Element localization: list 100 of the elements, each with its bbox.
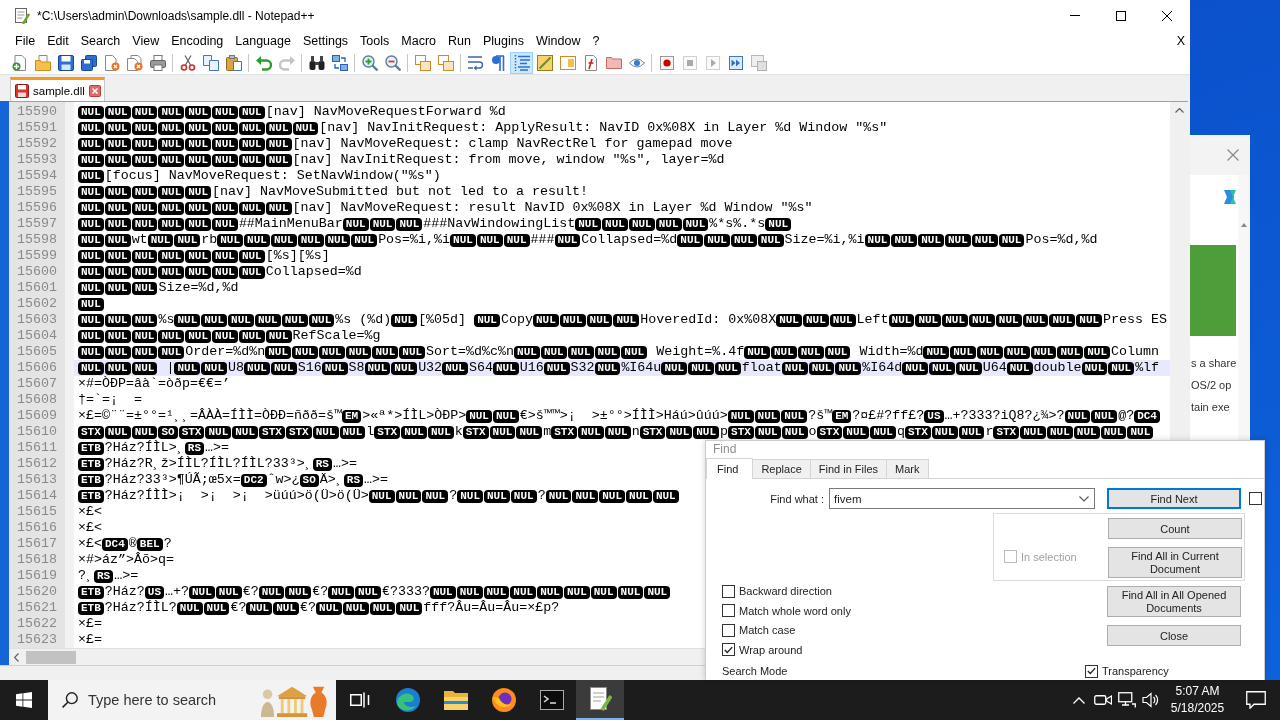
- control-character: NUL: [131, 137, 158, 151]
- control-character: US: [144, 585, 164, 599]
- close-document-button[interactable]: X: [1176, 34, 1185, 48]
- code-text: U64: [982, 360, 1007, 376]
- count-button[interactable]: Count: [1108, 518, 1242, 539]
- control-character: NUL: [212, 201, 238, 215]
- menu-item[interactable]: Plugins: [476, 33, 530, 49]
- code-text: p: [720, 424, 729, 440]
- control-character: NUL: [104, 217, 131, 231]
- notepad-icon: [14, 7, 30, 24]
- control-character: NUL: [185, 217, 212, 231]
- control-character: RS: [343, 473, 363, 487]
- menu-item[interactable]: Macro: [395, 33, 443, 49]
- menu-item[interactable]: Search: [74, 33, 127, 49]
- control-character: NUL: [321, 361, 348, 375]
- line-number: 15591: [16, 120, 58, 136]
- open-folder-icon: [34, 54, 51, 71]
- triangle-up-icon[interactable]: [1241, 223, 1247, 227]
- menu-item[interactable]: View: [126, 33, 166, 49]
- code-text: [nav] NavInitRequest: ApplyResult: NavID 0x%08X in Layer %d Window "%s": [319, 120, 888, 136]
- control-character: NUL: [158, 249, 185, 263]
- dialog-tab[interactable]: Mark: [886, 459, 929, 478]
- line-number: 15598: [16, 232, 58, 248]
- control-character: RS: [184, 441, 204, 455]
- menu-item[interactable]: ?: [586, 33, 606, 49]
- camera-icon[interactable]: [1094, 693, 1112, 707]
- code-text: …+?: [165, 584, 189, 600]
- close-icon[interactable]: [88, 84, 101, 97]
- find-all-opened-button[interactable]: Find All in All Opened Documents: [1107, 586, 1241, 617]
- dialog-tab[interactable]: Find: [706, 458, 754, 479]
- code-text: ×£=: [78, 632, 102, 648]
- checkbox[interactable]: [722, 623, 735, 637]
- search-icon: [62, 692, 78, 708]
- menu-item[interactable]: Encoding: [165, 33, 230, 49]
- checkbox-label: Wrap around: [739, 643, 803, 656]
- scrollbar-thumb[interactable]: [26, 650, 76, 664]
- menu-item[interactable]: Settings: [296, 33, 355, 49]
- control-character: NUL: [540, 345, 567, 359]
- menu-item[interactable]: Window: [529, 33, 587, 49]
- code-text: [focus] NavMoveRequest: SetNavWindow("%s"): [104, 168, 441, 184]
- horizontal-scrollbar[interactable]: [9, 648, 689, 665]
- control-character: NUL: [545, 489, 572, 503]
- control-character: NUL: [104, 137, 131, 151]
- file-tab[interactable]: sample.dll: [10, 77, 105, 101]
- menu-item[interactable]: Run: [442, 33, 477, 49]
- dialog-tab[interactable]: Find in Files: [809, 459, 888, 478]
- code-text: S16: [297, 360, 322, 376]
- control-character: NUL: [915, 313, 942, 327]
- line-number: 15602: [16, 296, 58, 312]
- menu-item[interactable]: Language: [229, 33, 297, 49]
- network-icon[interactable]: [1118, 692, 1136, 708]
- checkbox[interactable]: [722, 604, 735, 617]
- find-what-combo[interactable]: fivem: [829, 488, 1095, 509]
- line-number: 15601: [16, 280, 58, 296]
- minimize-icon: [1070, 15, 1080, 16]
- search-field[interactable]: Type here to search: [88, 692, 240, 708]
- checkbox[interactable]: [1249, 492, 1262, 505]
- fast-forward-icon: [727, 54, 744, 71]
- control-character: NUL: [902, 361, 929, 375]
- control-character: NUL: [492, 361, 519, 375]
- control-character: NUL: [704, 233, 730, 247]
- line-number: 15607: [16, 376, 58, 392]
- control-character: NUL: [104, 185, 131, 199]
- control-character: STX: [728, 425, 754, 439]
- control-character: NUL: [246, 601, 273, 615]
- control-character: NUL: [158, 105, 185, 119]
- control-character: NUL: [185, 153, 212, 167]
- chevron-up-icon[interactable]: [1073, 696, 1085, 704]
- find-all-current-button[interactable]: Find All in Current Document: [1108, 547, 1242, 578]
- volume-icon[interactable]: [1142, 692, 1160, 708]
- paste-icon: [225, 54, 242, 71]
- menu-item[interactable]: Edit: [41, 33, 75, 49]
- dialog-tab[interactable]: Replace: [752, 459, 811, 478]
- line-number: 15617: [16, 536, 58, 552]
- checkbox[interactable]: [1085, 664, 1098, 678]
- control-character: NUL: [351, 233, 378, 247]
- menu-item[interactable]: File: [9, 33, 42, 49]
- checkbox-label: Backward direction: [739, 585, 832, 597]
- control-character: NUL: [870, 425, 896, 439]
- taskbar-app[interactable]: [576, 680, 624, 720]
- control-character: RS: [312, 457, 332, 471]
- group-label: Search Mode: [722, 665, 788, 677]
- line-number: 15619: [16, 568, 58, 584]
- line-number: 15612: [16, 456, 58, 472]
- control-character: NUL: [345, 345, 372, 359]
- binoculars-icon: [308, 54, 325, 71]
- control-character: NUL: [78, 265, 104, 279]
- close-icon[interactable]: [1227, 149, 1239, 161]
- control-character: NUL: [201, 361, 228, 375]
- menu-item[interactable]: Tools: [354, 33, 396, 49]
- control-character: NUL: [1049, 313, 1076, 327]
- find-next-button[interactable]: Find Next: [1107, 488, 1241, 509]
- code-text: ###NavWindowingList: [423, 216, 576, 232]
- close-dialog-button[interactable]: Close: [1107, 625, 1241, 646]
- control-character: NUL: [212, 121, 238, 135]
- control-character: NUL: [217, 233, 244, 247]
- code-text: U8: [228, 360, 245, 376]
- checkbox[interactable]: [722, 643, 735, 656]
- control-character: NUL: [244, 361, 270, 375]
- checkbox[interactable]: [722, 584, 735, 598]
